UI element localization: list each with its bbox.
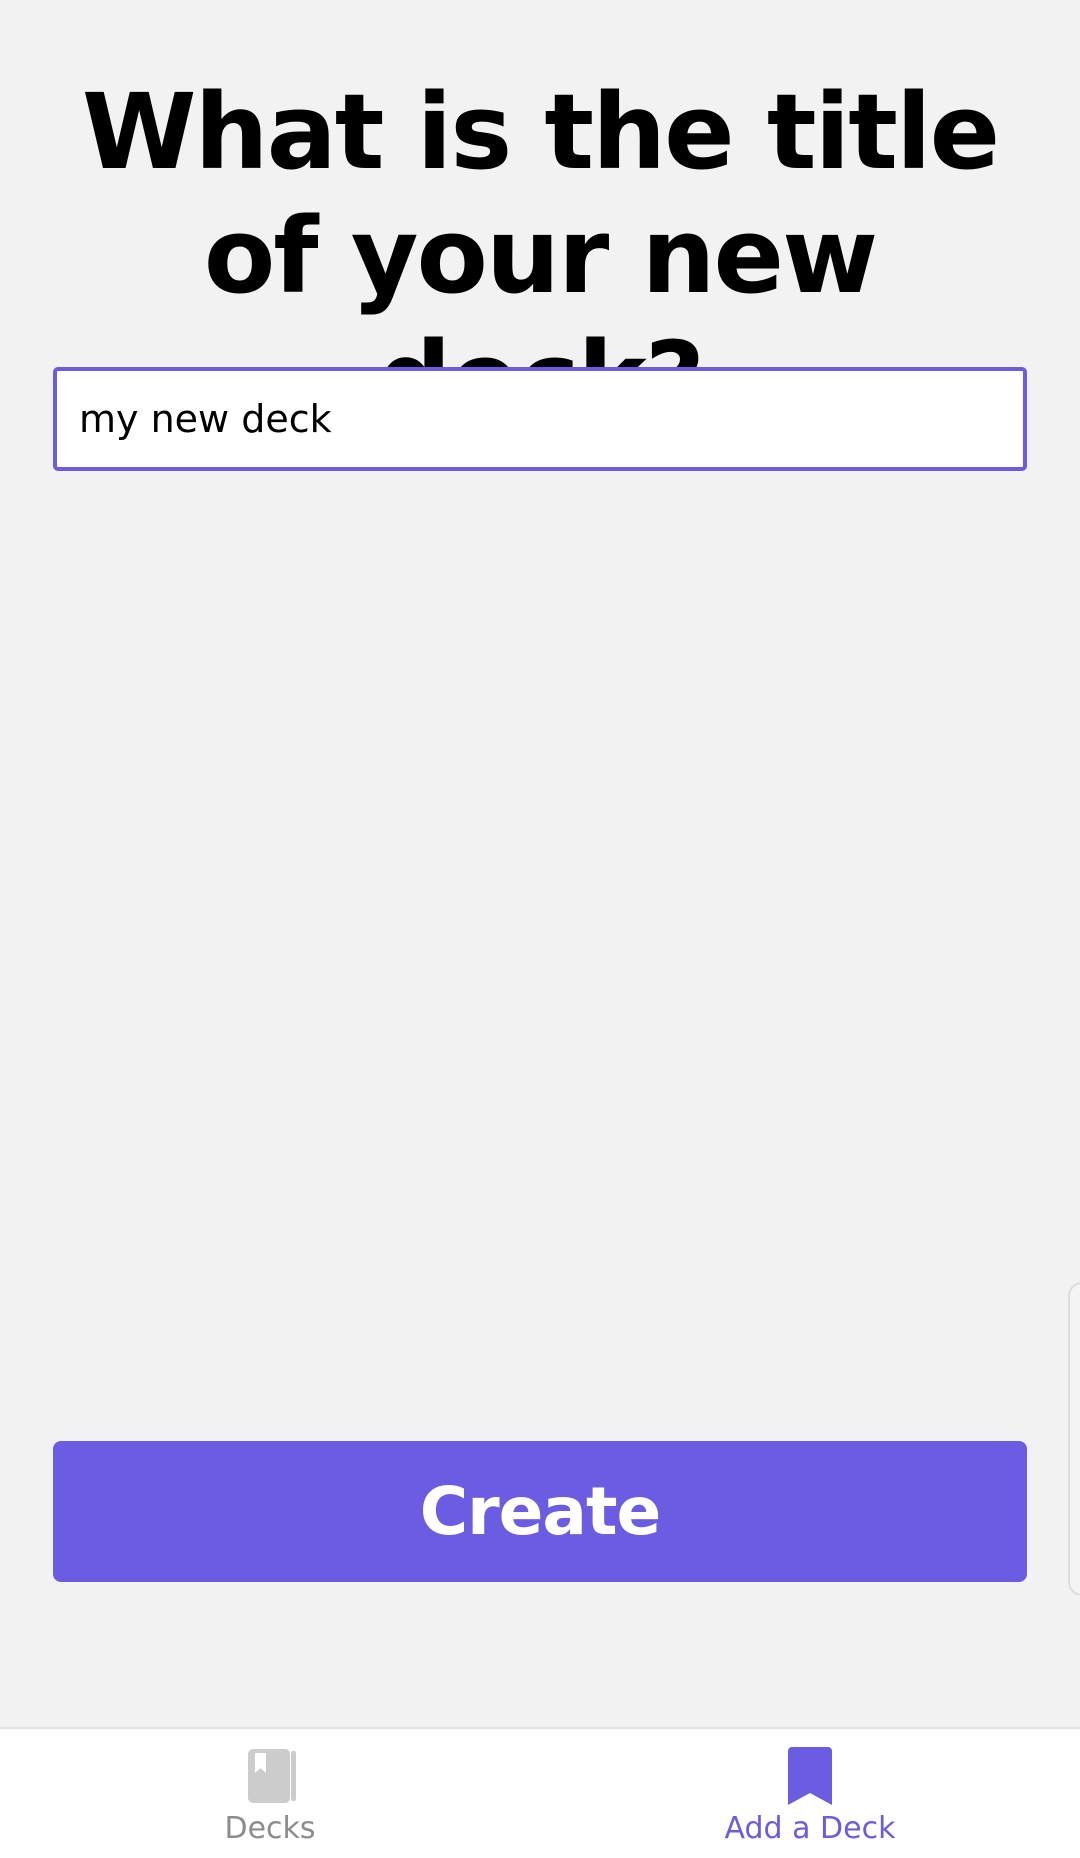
tab-add-deck[interactable]: Add a Deck	[540, 1729, 1080, 1858]
book-icon	[248, 1749, 296, 1803]
tab-add-deck-label: Add a Deck	[724, 1811, 896, 1846]
create-button[interactable]: Create	[53, 1441, 1027, 1582]
tab-decks[interactable]: Decks	[0, 1729, 540, 1858]
bottom-tab-bar: Decks Add a Deck	[0, 1727, 1080, 1858]
add-deck-screen: What is the title of your new deck? Crea…	[0, 0, 1080, 1858]
edge-panel-handle[interactable]	[1068, 1282, 1080, 1596]
tab-decks-label: Decks	[224, 1811, 316, 1846]
bookmark-icon	[788, 1747, 832, 1805]
deck-title-input[interactable]	[53, 367, 1027, 471]
